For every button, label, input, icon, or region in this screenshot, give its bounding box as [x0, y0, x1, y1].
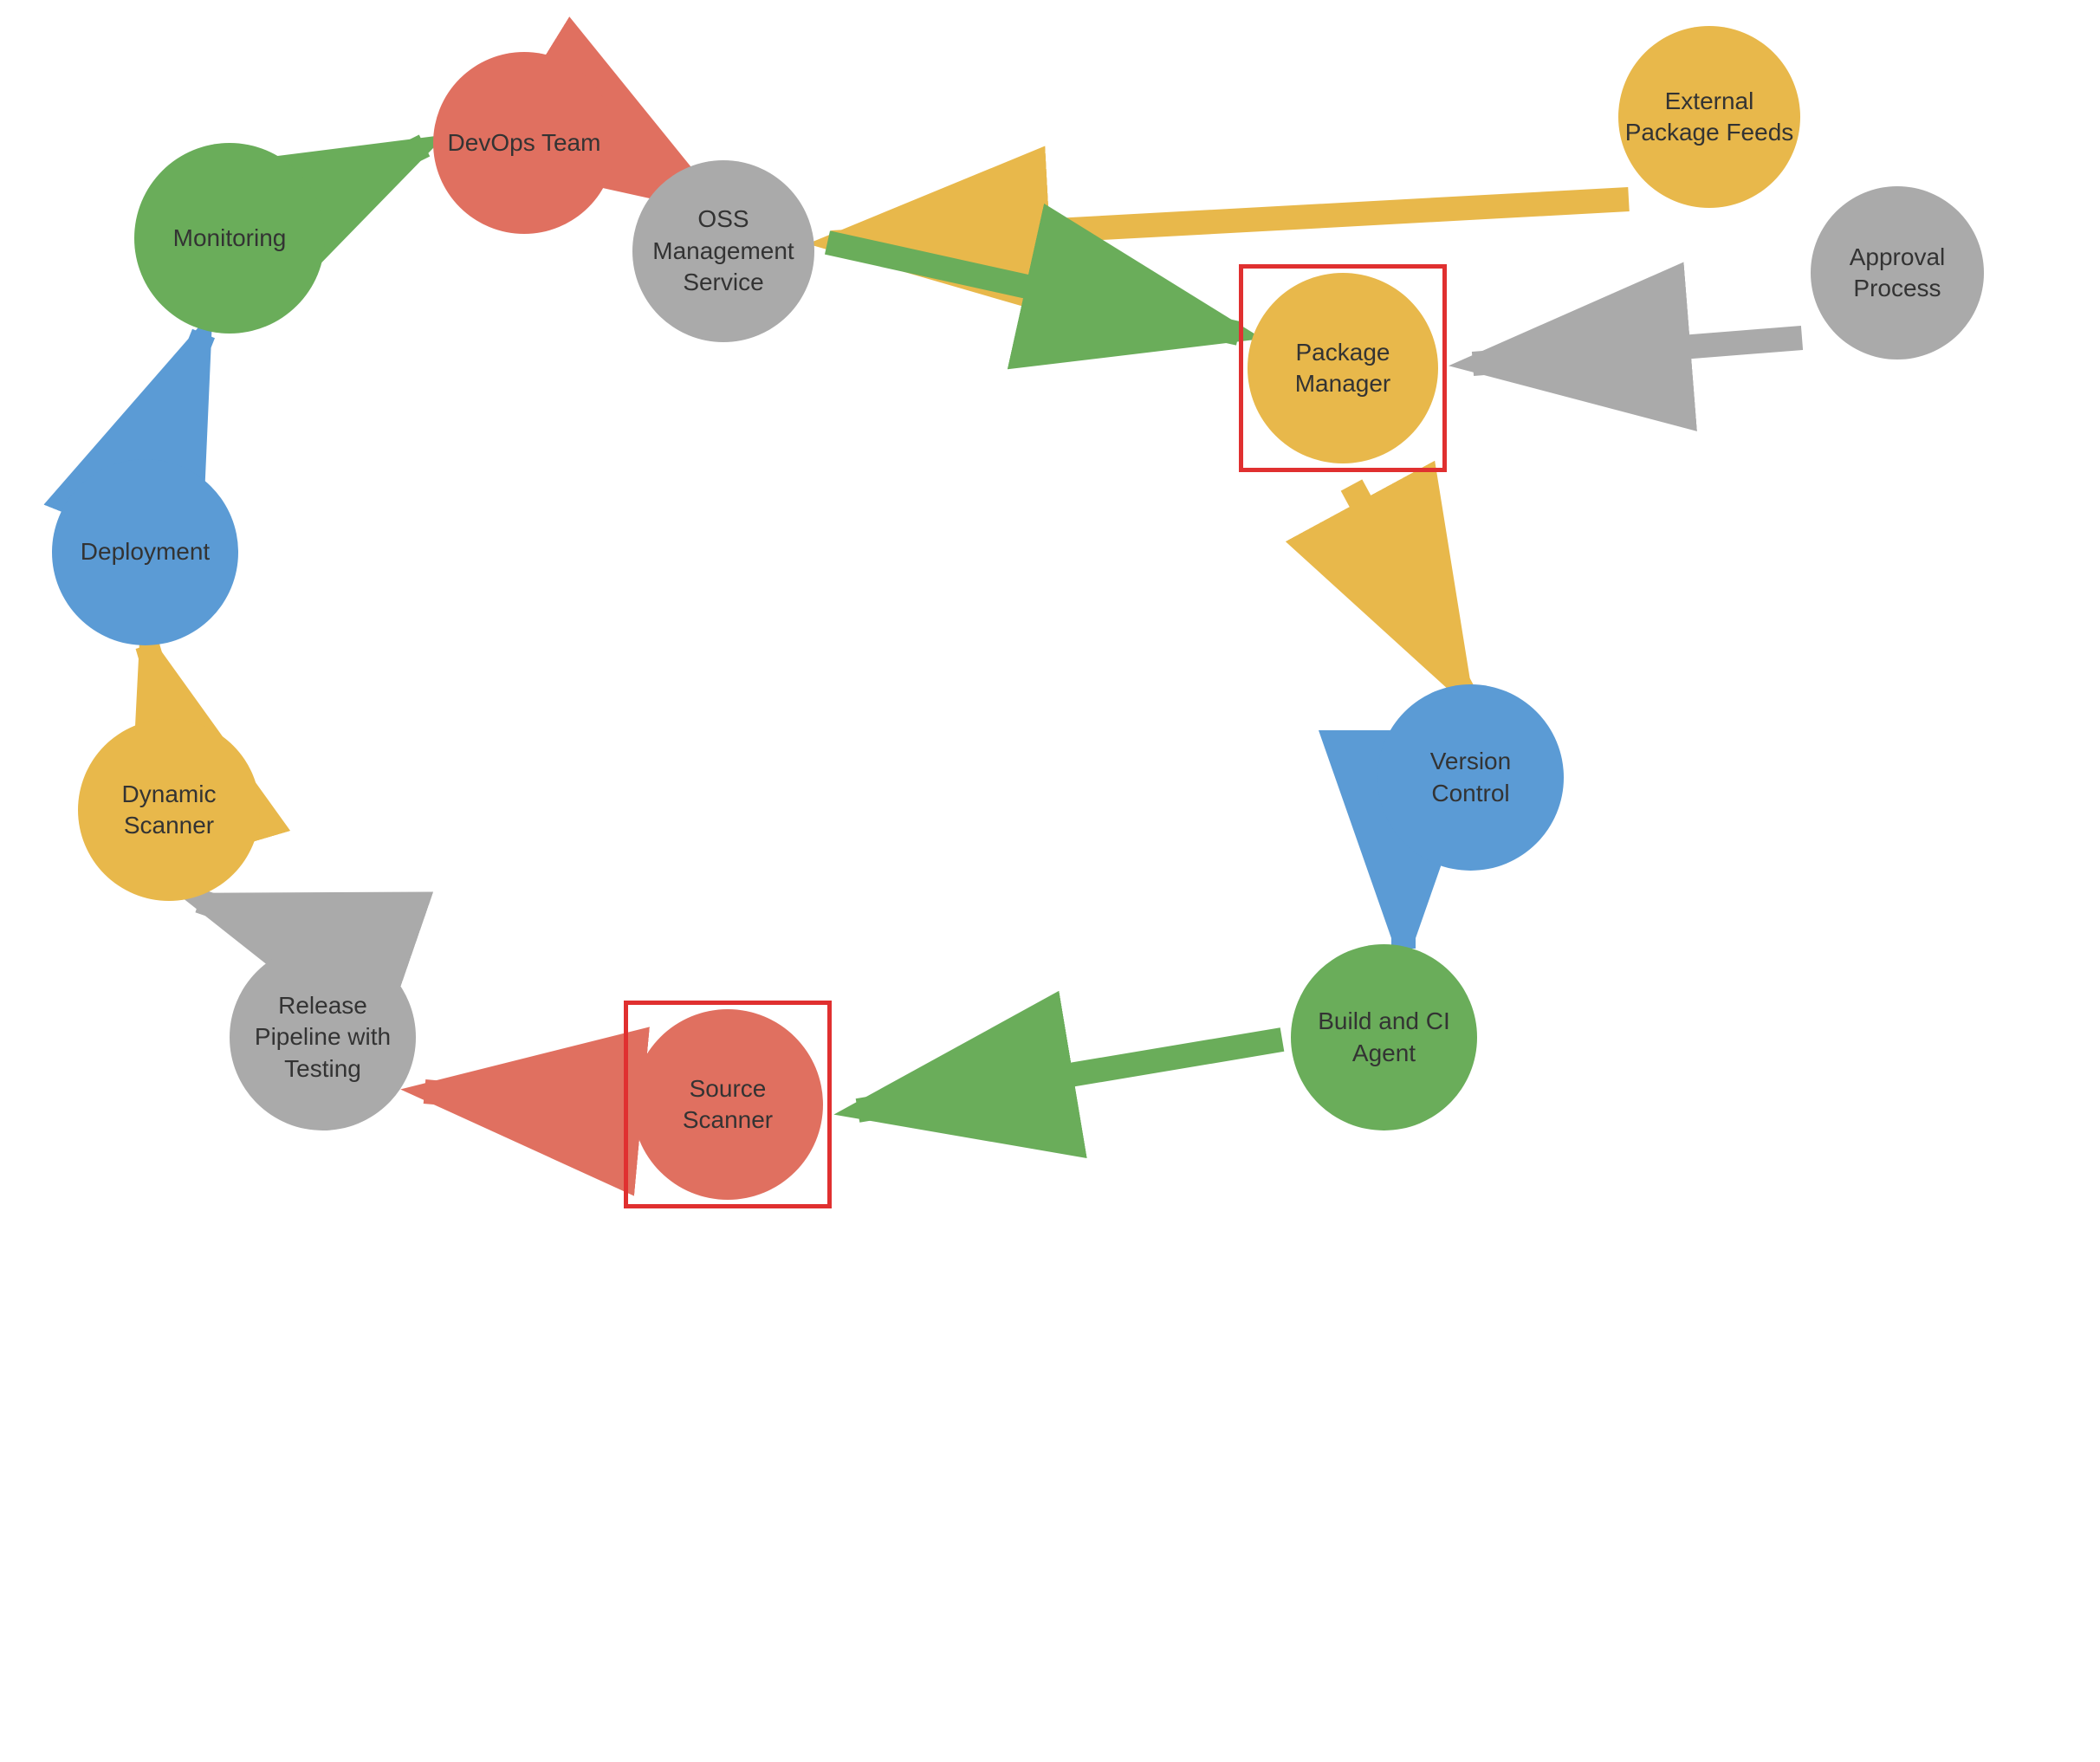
monitoring-label: Monitoring: [173, 223, 287, 254]
dynamic-scanner-node: DynamicScanner: [78, 719, 260, 901]
package-manager-node: PackageManager: [1248, 273, 1438, 463]
release-pipeline-node: ReleasePipeline withTesting: [230, 944, 416, 1130]
oss-management-label: OSSManagementService: [652, 204, 794, 298]
approval-process-node: ApprovalProcess: [1811, 186, 1984, 360]
devops-team-label: DevOps Team: [448, 127, 601, 159]
source-scanner-node: SourceScanner: [632, 1009, 823, 1200]
version-control-label: VersionControl: [1430, 746, 1511, 809]
external-package-feeds-node: ExternalPackage Feeds: [1618, 26, 1800, 208]
package-manager-box: PackageManager: [1239, 264, 1447, 472]
dynamic-scanner-label: DynamicScanner: [122, 779, 217, 842]
deployment-node: Deployment: [52, 459, 238, 645]
deployment-label: Deployment: [81, 536, 210, 567]
source-scanner-label: SourceScanner: [683, 1073, 773, 1137]
build-ci-label: Build and CIAgent: [1318, 1006, 1450, 1069]
package-manager-label: PackageManager: [1295, 337, 1391, 400]
build-ci-node: Build and CIAgent: [1291, 944, 1477, 1130]
external-package-feeds-label: ExternalPackage Feeds: [1625, 86, 1794, 149]
monitoring-node: Monitoring: [134, 143, 325, 334]
release-pipeline-label: ReleasePipeline withTesting: [255, 990, 391, 1085]
approval-process-label: ApprovalProcess: [1850, 242, 1946, 305]
oss-management-node: OSSManagementService: [632, 160, 814, 342]
devops-team-node: DevOps Team: [433, 52, 615, 234]
source-scanner-box: SourceScanner: [624, 1001, 832, 1208]
version-control-node: VersionControl: [1377, 684, 1564, 871]
